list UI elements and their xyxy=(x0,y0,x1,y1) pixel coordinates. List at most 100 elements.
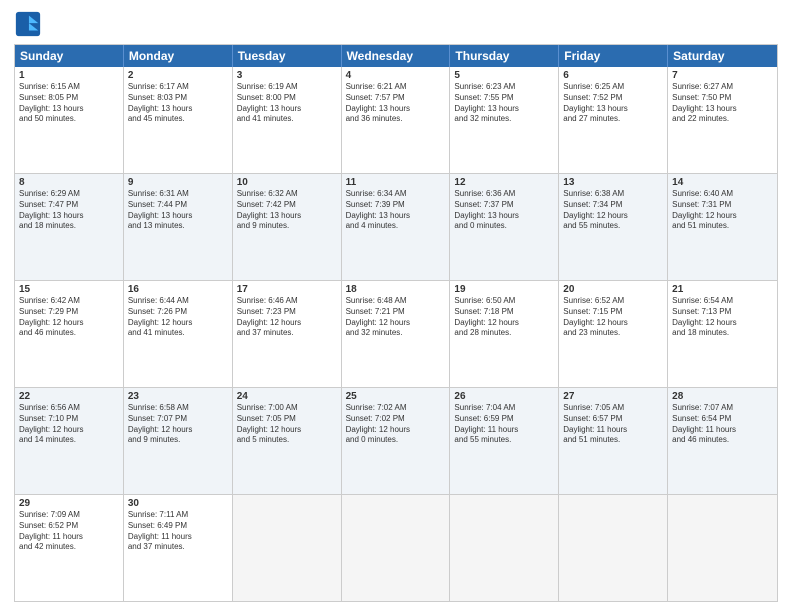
calendar-row: 29Sunrise: 7:09 AMSunset: 6:52 PMDayligh… xyxy=(15,495,777,601)
cell-content: Sunrise: 6:21 AMSunset: 7:57 PMDaylight:… xyxy=(346,82,446,125)
cell-content: Sunrise: 6:46 AMSunset: 7:23 PMDaylight:… xyxy=(237,296,337,339)
page: SundayMondayTuesdayWednesdayThursdayFrid… xyxy=(0,0,792,612)
weekday-header: Saturday xyxy=(668,45,777,67)
day-number: 30 xyxy=(128,498,228,509)
calendar-cell: 2Sunrise: 6:17 AMSunset: 8:03 PMDaylight… xyxy=(124,67,233,173)
day-number: 11 xyxy=(346,177,446,188)
cell-content: Sunrise: 6:52 AMSunset: 7:15 PMDaylight:… xyxy=(563,296,663,339)
cell-content: Sunrise: 7:00 AMSunset: 7:05 PMDaylight:… xyxy=(237,403,337,446)
cell-content: Sunrise: 6:19 AMSunset: 8:00 PMDaylight:… xyxy=(237,82,337,125)
day-number: 2 xyxy=(128,70,228,81)
cell-content: Sunrise: 6:23 AMSunset: 7:55 PMDaylight:… xyxy=(454,82,554,125)
day-number: 6 xyxy=(563,70,663,81)
day-number: 5 xyxy=(454,70,554,81)
calendar-cell: 28Sunrise: 7:07 AMSunset: 6:54 PMDayligh… xyxy=(668,388,777,494)
calendar-cell: 18Sunrise: 6:48 AMSunset: 7:21 PMDayligh… xyxy=(342,281,451,387)
cell-content: Sunrise: 7:02 AMSunset: 7:02 PMDaylight:… xyxy=(346,403,446,446)
weekday-header: Sunday xyxy=(15,45,124,67)
day-number: 7 xyxy=(672,70,773,81)
calendar-cell: 4Sunrise: 6:21 AMSunset: 7:57 PMDaylight… xyxy=(342,67,451,173)
calendar-cell: 7Sunrise: 6:27 AMSunset: 7:50 PMDaylight… xyxy=(668,67,777,173)
day-number: 18 xyxy=(346,284,446,295)
cell-content: Sunrise: 6:58 AMSunset: 7:07 PMDaylight:… xyxy=(128,403,228,446)
calendar-cell: 12Sunrise: 6:36 AMSunset: 7:37 PMDayligh… xyxy=(450,174,559,280)
day-number: 17 xyxy=(237,284,337,295)
calendar-cell: 9Sunrise: 6:31 AMSunset: 7:44 PMDaylight… xyxy=(124,174,233,280)
day-number: 19 xyxy=(454,284,554,295)
weekday-header: Wednesday xyxy=(342,45,451,67)
calendar-cell: 3Sunrise: 6:19 AMSunset: 8:00 PMDaylight… xyxy=(233,67,342,173)
calendar-cell: 17Sunrise: 6:46 AMSunset: 7:23 PMDayligh… xyxy=(233,281,342,387)
day-number: 28 xyxy=(672,391,773,402)
day-number: 10 xyxy=(237,177,337,188)
calendar-cell: 15Sunrise: 6:42 AMSunset: 7:29 PMDayligh… xyxy=(15,281,124,387)
day-number: 4 xyxy=(346,70,446,81)
day-number: 21 xyxy=(672,284,773,295)
calendar-cell: 29Sunrise: 7:09 AMSunset: 6:52 PMDayligh… xyxy=(15,495,124,601)
day-number: 9 xyxy=(128,177,228,188)
empty-cell xyxy=(668,495,777,601)
calendar-cell: 23Sunrise: 6:58 AMSunset: 7:07 PMDayligh… xyxy=(124,388,233,494)
calendar-cell: 16Sunrise: 6:44 AMSunset: 7:26 PMDayligh… xyxy=(124,281,233,387)
empty-cell xyxy=(342,495,451,601)
cell-content: Sunrise: 7:11 AMSunset: 6:49 PMDaylight:… xyxy=(128,510,228,553)
calendar-cell: 24Sunrise: 7:00 AMSunset: 7:05 PMDayligh… xyxy=(233,388,342,494)
weekday-header: Monday xyxy=(124,45,233,67)
cell-content: Sunrise: 6:17 AMSunset: 8:03 PMDaylight:… xyxy=(128,82,228,125)
calendar-row: 22Sunrise: 6:56 AMSunset: 7:10 PMDayligh… xyxy=(15,388,777,495)
calendar: SundayMondayTuesdayWednesdayThursdayFrid… xyxy=(14,44,778,602)
day-number: 24 xyxy=(237,391,337,402)
cell-content: Sunrise: 7:04 AMSunset: 6:59 PMDaylight:… xyxy=(454,403,554,446)
calendar-cell: 14Sunrise: 6:40 AMSunset: 7:31 PMDayligh… xyxy=(668,174,777,280)
calendar-cell: 20Sunrise: 6:52 AMSunset: 7:15 PMDayligh… xyxy=(559,281,668,387)
calendar-row: 1Sunrise: 6:15 AMSunset: 8:05 PMDaylight… xyxy=(15,67,777,174)
cell-content: Sunrise: 6:32 AMSunset: 7:42 PMDaylight:… xyxy=(237,189,337,232)
cell-content: Sunrise: 7:05 AMSunset: 6:57 PMDaylight:… xyxy=(563,403,663,446)
day-number: 8 xyxy=(19,177,119,188)
day-number: 27 xyxy=(563,391,663,402)
cell-content: Sunrise: 7:09 AMSunset: 6:52 PMDaylight:… xyxy=(19,510,119,553)
cell-content: Sunrise: 6:29 AMSunset: 7:47 PMDaylight:… xyxy=(19,189,119,232)
logo xyxy=(14,10,46,38)
calendar-cell: 5Sunrise: 6:23 AMSunset: 7:55 PMDaylight… xyxy=(450,67,559,173)
calendar-body: 1Sunrise: 6:15 AMSunset: 8:05 PMDaylight… xyxy=(15,67,777,601)
calendar-header: SundayMondayTuesdayWednesdayThursdayFrid… xyxy=(15,45,777,67)
weekday-header: Thursday xyxy=(450,45,559,67)
cell-content: Sunrise: 6:48 AMSunset: 7:21 PMDaylight:… xyxy=(346,296,446,339)
calendar-cell: 8Sunrise: 6:29 AMSunset: 7:47 PMDaylight… xyxy=(15,174,124,280)
empty-cell xyxy=(233,495,342,601)
cell-content: Sunrise: 6:36 AMSunset: 7:37 PMDaylight:… xyxy=(454,189,554,232)
day-number: 16 xyxy=(128,284,228,295)
day-number: 1 xyxy=(19,70,119,81)
calendar-cell: 21Sunrise: 6:54 AMSunset: 7:13 PMDayligh… xyxy=(668,281,777,387)
calendar-cell: 11Sunrise: 6:34 AMSunset: 7:39 PMDayligh… xyxy=(342,174,451,280)
day-number: 12 xyxy=(454,177,554,188)
cell-content: Sunrise: 6:40 AMSunset: 7:31 PMDaylight:… xyxy=(672,189,773,232)
empty-cell xyxy=(450,495,559,601)
calendar-cell: 10Sunrise: 6:32 AMSunset: 7:42 PMDayligh… xyxy=(233,174,342,280)
calendar-cell: 30Sunrise: 7:11 AMSunset: 6:49 PMDayligh… xyxy=(124,495,233,601)
day-number: 20 xyxy=(563,284,663,295)
logo-icon xyxy=(14,10,42,38)
calendar-cell: 22Sunrise: 6:56 AMSunset: 7:10 PMDayligh… xyxy=(15,388,124,494)
calendar-cell: 25Sunrise: 7:02 AMSunset: 7:02 PMDayligh… xyxy=(342,388,451,494)
day-number: 23 xyxy=(128,391,228,402)
cell-content: Sunrise: 6:25 AMSunset: 7:52 PMDaylight:… xyxy=(563,82,663,125)
day-number: 26 xyxy=(454,391,554,402)
cell-content: Sunrise: 6:54 AMSunset: 7:13 PMDaylight:… xyxy=(672,296,773,339)
calendar-cell: 1Sunrise: 6:15 AMSunset: 8:05 PMDaylight… xyxy=(15,67,124,173)
cell-content: Sunrise: 6:42 AMSunset: 7:29 PMDaylight:… xyxy=(19,296,119,339)
cell-content: Sunrise: 6:56 AMSunset: 7:10 PMDaylight:… xyxy=(19,403,119,446)
cell-content: Sunrise: 6:27 AMSunset: 7:50 PMDaylight:… xyxy=(672,82,773,125)
cell-content: Sunrise: 6:31 AMSunset: 7:44 PMDaylight:… xyxy=(128,189,228,232)
cell-content: Sunrise: 6:38 AMSunset: 7:34 PMDaylight:… xyxy=(563,189,663,232)
day-number: 14 xyxy=(672,177,773,188)
day-number: 3 xyxy=(237,70,337,81)
weekday-header: Friday xyxy=(559,45,668,67)
calendar-cell: 27Sunrise: 7:05 AMSunset: 6:57 PMDayligh… xyxy=(559,388,668,494)
day-number: 13 xyxy=(563,177,663,188)
day-number: 29 xyxy=(19,498,119,509)
calendar-cell: 26Sunrise: 7:04 AMSunset: 6:59 PMDayligh… xyxy=(450,388,559,494)
calendar-row: 8Sunrise: 6:29 AMSunset: 7:47 PMDaylight… xyxy=(15,174,777,281)
calendar-cell: 13Sunrise: 6:38 AMSunset: 7:34 PMDayligh… xyxy=(559,174,668,280)
